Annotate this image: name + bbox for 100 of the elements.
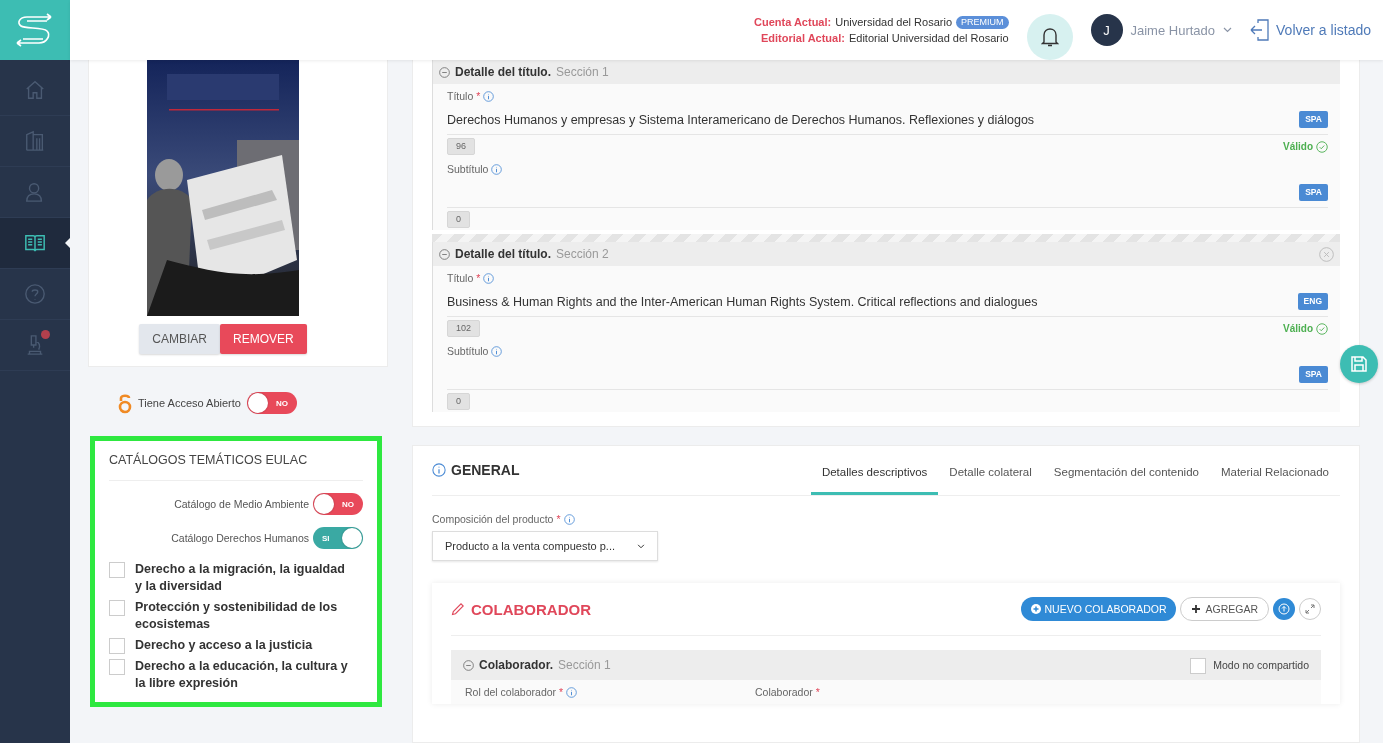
notifications-button[interactable]	[1026, 14, 1073, 60]
toggle-label: Catálogo de Medio Ambiente	[174, 498, 309, 510]
chevron-down-icon	[637, 543, 645, 549]
checkbox[interactable]	[109, 562, 125, 578]
open-access-label: Tiene Acceso Abierto	[138, 397, 241, 409]
checkbox-label: Protección y sostenibilidad de los ecosistemas	[135, 599, 339, 633]
arrow-up-circle-icon	[1278, 603, 1290, 615]
expand-icon	[1305, 604, 1315, 614]
text-field[interactable]: Derechos Humanos y empresas y Sistema Interamericano de Derechos Humanos. Reflexiones y diálogos SPA	[447, 108, 1328, 135]
field-label: Colaborador	[755, 686, 813, 698]
publisher-name: Editorial Universidad del Rosario	[848, 31, 1009, 46]
checkbox-label: Modo no compartido	[1213, 659, 1309, 671]
required-mark: *	[556, 513, 561, 525]
section-title: Detalle del título.	[455, 65, 551, 79]
language-badge[interactable]: ENG	[1297, 293, 1328, 310]
checkbox-label: Derecho a la migración, la igualdad y la diversidad	[135, 561, 346, 595]
check-circle-icon	[1316, 140, 1328, 153]
check-circle-icon	[1316, 322, 1328, 335]
tab[interactable]: Material Relacionado	[1209, 466, 1340, 495]
bell-icon	[1040, 27, 1059, 47]
section-header[interactable]: Detalle del título. Sección 2	[433, 242, 1340, 266]
plus-icon	[1191, 604, 1202, 614]
section-title: Colaborador.	[479, 658, 553, 672]
info-icon[interactable]	[566, 686, 578, 698]
character-count: 102	[447, 320, 481, 337]
tab[interactable]: Detalles descriptivos	[810, 466, 939, 495]
field-label: Composición del producto	[432, 513, 554, 525]
section-number: Sección 1	[556, 65, 609, 79]
save-button[interactable]	[1340, 345, 1378, 383]
toggle-switch[interactable]: NO	[313, 493, 363, 515]
new-collaborator-button[interactable]: NUEVO COLABORADOR	[1020, 597, 1177, 621]
checkbox-label: Derecho a la educación, la cultura y la libre expresión	[135, 658, 349, 692]
character-count: 0	[447, 393, 470, 410]
toggle-switch[interactable]: NO	[246, 392, 297, 414]
checkbox[interactable]	[1190, 657, 1207, 674]
text-field[interactable]: SPA	[447, 363, 1328, 390]
info-icon[interactable]	[483, 272, 495, 284]
building-icon	[24, 129, 46, 153]
change-button[interactable]: CAMBIAR	[139, 324, 220, 354]
collapse-icon[interactable]	[439, 66, 450, 78]
checkbox[interactable]	[109, 659, 125, 675]
account-name: Universidad del Rosario	[835, 15, 952, 30]
info-icon[interactable]	[432, 463, 446, 477]
checkbox[interactable]	[109, 600, 125, 616]
help-icon	[24, 283, 46, 305]
composition-dropdown[interactable]: Producto a la venta compuesto p...	[432, 531, 658, 561]
chevron-down-icon[interactable]	[1223, 27, 1233, 33]
required-mark: *	[476, 272, 481, 284]
validation-status: Válido	[1283, 322, 1328, 335]
back-link[interactable]: Volver a listado	[1276, 22, 1371, 38]
checkbox[interactable]	[109, 638, 125, 654]
info-icon[interactable]	[491, 345, 503, 357]
required-mark: *	[815, 686, 820, 698]
language-badge[interactable]: SPA	[1299, 184, 1328, 201]
card-title: CATÁLOGOS TEMÁTICOS EULAC	[109, 453, 363, 481]
character-count: 0	[447, 211, 470, 228]
sidebar-item[interactable]	[0, 218, 70, 269]
field-label: Subtítulo	[447, 163, 489, 175]
toggle-label: Catálogo Derechos Humanos	[171, 532, 309, 544]
expand-button[interactable]	[1299, 598, 1321, 620]
user-avatar[interactable]: J	[1090, 14, 1123, 46]
text-field[interactable]: Business & Human Rights and the Inter-American Human Rights System. Critical reflections and dialogues ENG	[447, 290, 1328, 317]
validation-status: Válido	[1283, 140, 1328, 153]
tab[interactable]: Segmentación del contenido	[1042, 466, 1210, 495]
field-label: Título	[447, 90, 474, 102]
app-logo[interactable]	[0, 0, 70, 60]
tab[interactable]: Detalle colateral	[938, 466, 1043, 495]
section-title: Detalle del título.	[455, 247, 551, 261]
open-lock-icon	[118, 392, 132, 414]
section-title: GENERAL	[451, 462, 520, 478]
section-number: Sección 1	[558, 658, 611, 672]
account-label: Cuenta Actual:	[754, 15, 832, 30]
language-badge[interactable]: SPA	[1299, 111, 1328, 128]
exit-icon[interactable]	[1250, 19, 1271, 41]
character-count: 96	[447, 138, 475, 155]
text-field[interactable]: SPA	[447, 181, 1328, 208]
home-icon	[24, 79, 46, 101]
toggle-switch[interactable]: SI	[313, 527, 363, 549]
section-header[interactable]: Detalle del título. Sección 1	[433, 60, 1340, 84]
add-button[interactable]: AGREGAR	[1180, 597, 1269, 621]
info-icon[interactable]	[491, 163, 503, 175]
field-label: Rol del colaborador	[465, 686, 557, 698]
publisher-label: Editorial Actual:	[761, 31, 845, 46]
field-label: Título	[447, 272, 474, 284]
language-badge[interactable]: SPA	[1299, 366, 1328, 383]
pencil-icon	[451, 602, 465, 616]
collapse-icon[interactable]	[463, 659, 474, 671]
section-number: Sección 2	[556, 247, 609, 261]
collapse-icon[interactable]	[439, 248, 450, 260]
remove-icon[interactable]	[1319, 246, 1334, 262]
selection-pointer	[65, 237, 71, 249]
info-icon[interactable]	[563, 513, 575, 525]
info-icon[interactable]	[483, 90, 495, 102]
remove-button[interactable]: REMOVER	[220, 324, 307, 354]
required-mark: *	[476, 90, 481, 102]
plan-badge: PREMIUM	[956, 15, 1009, 29]
scroll-up-button[interactable]	[1273, 598, 1295, 620]
field-label: Subtítulo	[447, 345, 489, 357]
user-name[interactable]: Jaime Hurtado	[1130, 22, 1216, 38]
open-book-icon	[24, 232, 46, 254]
